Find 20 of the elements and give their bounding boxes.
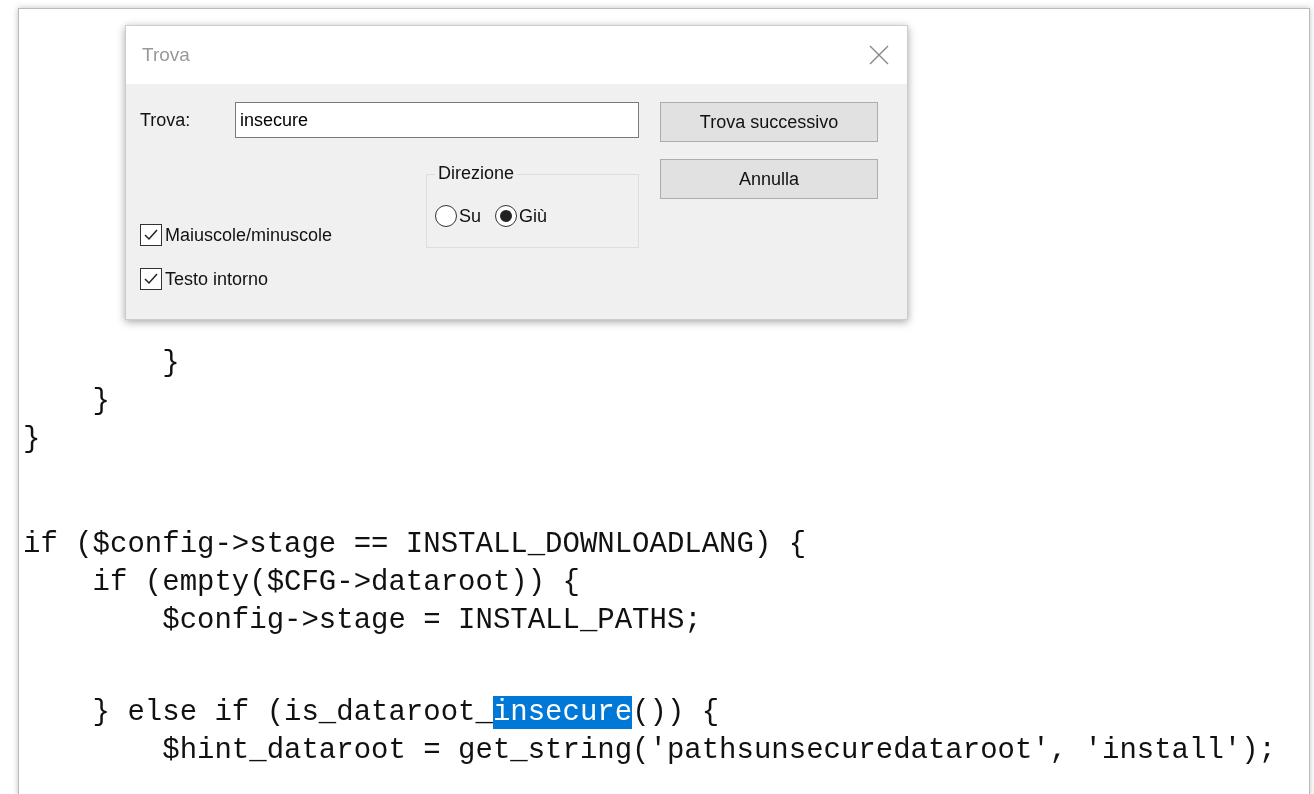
- close-icon[interactable]: [869, 45, 889, 65]
- find-label: Trova:: [140, 109, 192, 131]
- dialog-button[interactable]: Annulla: [660, 159, 878, 199]
- checkmark-icon: [144, 273, 158, 285]
- code-line: $hint_dataroot = get_string('pathsunsecuredataroot', 'install');: [161, 733, 1276, 769]
- dialog-button[interactable]: Trova successivo: [660, 102, 878, 142]
- wrap-around-checkbox[interactable]: Testo intorno: [140, 268, 640, 290]
- direction-radio[interactable]: Su: [435, 205, 482, 227]
- code-line: if (empty($CFG->dataroot)) {: [91, 565, 580, 601]
- code-line: }: [23, 422, 41, 458]
- code-line: }: [161, 346, 180, 382]
- code-line: $config->stage = INSTALL_PATHS;: [161, 603, 702, 639]
- find-input-field[interactable]: insecure: [235, 102, 639, 138]
- match-case-checkbox[interactable]: Maiuscole/minuscole: [140, 224, 333, 246]
- code-line: }: [91, 384, 110, 420]
- code-line: } else if (is_dataroot_insecure()) {: [91, 695, 720, 731]
- code-line: if ($config->stage == INSTALL_DOWNLOADLANG) {: [23, 527, 807, 563]
- direction-radio[interactable]: Giù: [495, 205, 548, 227]
- dialog-title: Trova: [142, 44, 190, 66]
- checkmark-icon: [144, 229, 158, 241]
